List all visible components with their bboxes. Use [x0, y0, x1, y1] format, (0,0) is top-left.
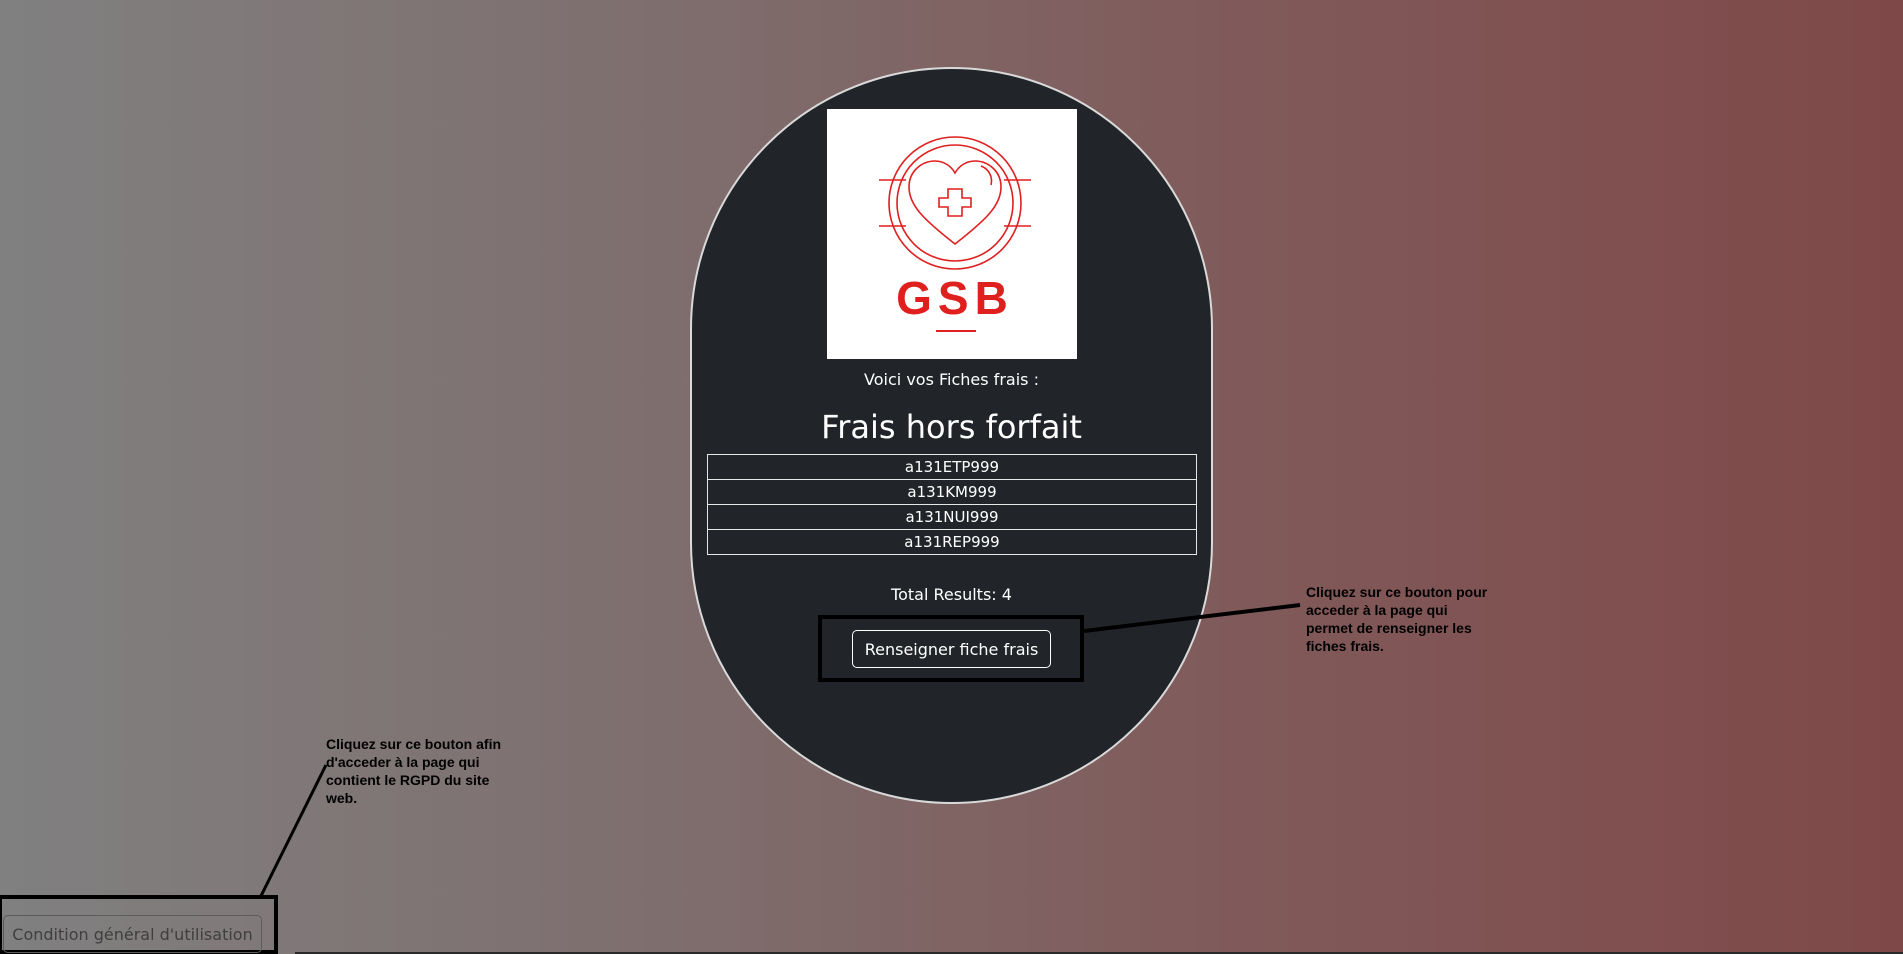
fiche-id-cell: a131KM999: [707, 479, 1197, 505]
annotation-line: Cliquez sur ce bouton pour: [1306, 584, 1488, 600]
cgu-annotation: Cliquez sur ce bouton afin d'acceder à l…: [326, 735, 526, 807]
table-row: a131KM999: [707, 479, 1197, 505]
annotation-line: permet de renseigner les: [1306, 620, 1472, 636]
fiche-id-cell: a131NUI999: [707, 504, 1197, 530]
cgu-button[interactable]: Condition général d'utilisation: [3, 915, 262, 953]
table-row: a131ETP999: [707, 454, 1197, 480]
fiche-id-cell: a131ETP999: [707, 454, 1197, 480]
renseigner-fiche-button[interactable]: Renseigner fiche frais: [852, 630, 1051, 668]
annotation-line: fiches frais.: [1306, 638, 1384, 654]
heart-cross-icon: GSB: [879, 136, 1031, 332]
gsb-logo: GSB: [827, 109, 1077, 359]
left-pointer-line: [258, 764, 328, 899]
annotation-line: web.: [326, 790, 358, 806]
annotation-line: Cliquez sur ce bouton afin: [326, 736, 502, 752]
annotation-line: d'acceder à la page qui: [326, 754, 480, 770]
total-results: Total Results: 4: [891, 585, 1012, 604]
annotation-line: acceder à la page qui: [1306, 602, 1448, 618]
fiche-id-cell: a131REP999: [707, 529, 1197, 555]
annotation-line: contient le RGPD du site: [326, 772, 490, 788]
brand-text: GSB: [896, 272, 1014, 324]
fiches-table: a131ETP999 a131KM999 a131NUI999 a131REP9…: [707, 454, 1197, 555]
table-row: a131NUI999: [707, 504, 1197, 530]
renseigner-annotation: Cliquez sur ce bouton pour acceder à la …: [1306, 583, 1506, 655]
intro-text: Voici vos Fiches frais :: [864, 370, 1039, 389]
section-title: Frais hors forfait: [821, 408, 1082, 446]
table-row: a131REP999: [707, 529, 1197, 555]
